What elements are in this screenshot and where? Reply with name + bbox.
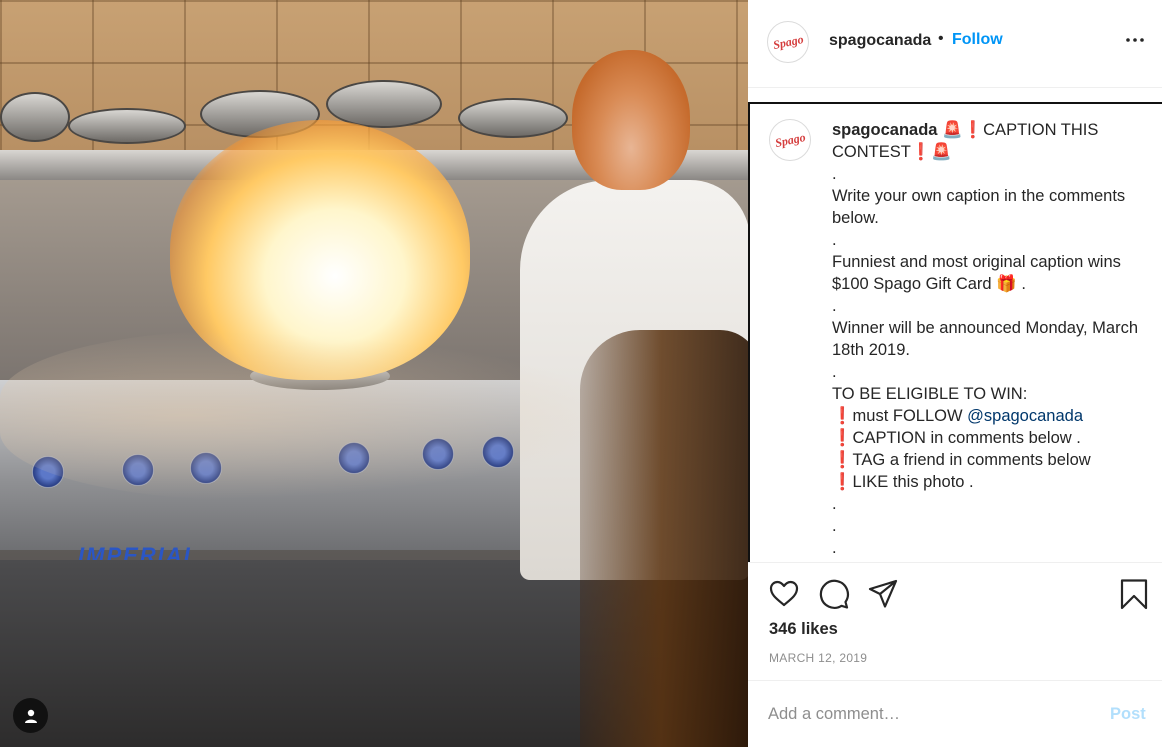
header-username-link[interactable]: spagocanada (829, 32, 931, 50)
caption-line: . (832, 495, 837, 513)
pan-stack (68, 108, 186, 144)
user-tag-button[interactable] (13, 698, 48, 733)
caption-avatar[interactable]: Spago (769, 119, 811, 161)
caption-line: . (832, 297, 837, 315)
comment-input[interactable] (768, 701, 1068, 727)
caption-text: spagocanada 🚨❗CAPTION THIS CONTEST❗🚨 . W… (832, 119, 1152, 559)
more-options-icon[interactable] (1123, 28, 1147, 52)
paper-plane-icon[interactable] (867, 578, 899, 610)
post-side-panel: Spago spagocanada • Follow Spago spagoca… (748, 0, 1162, 747)
caption-area[interactable]: Spago spagocanada 🚨❗CAPTION THIS CONTEST… (748, 102, 1162, 562)
add-comment-bar: Post (748, 680, 1162, 747)
spago-logo: Spago (771, 31, 805, 52)
caption-line: . (832, 539, 837, 557)
caption-line: Funniest and most original caption wins … (832, 253, 1121, 293)
caption-line: . (832, 517, 837, 535)
post-photo[interactable]: IMPERIAL (0, 0, 748, 747)
caption-line: Write your own caption in the comments b… (832, 187, 1126, 227)
caption-username-link[interactable]: spagocanada (832, 121, 937, 139)
action-bar: 346 likes MARCH 12, 2019 (748, 562, 1162, 680)
foreground-bottle (580, 330, 748, 747)
spago-logo: Spago (773, 129, 807, 150)
post-button[interactable]: Post (1110, 705, 1146, 724)
caption-line: TO BE ELIGIBLE TO WIN: (832, 385, 1028, 403)
bookmark-icon[interactable] (1118, 578, 1150, 610)
separator-dot: • (938, 30, 944, 47)
caption-line: Winner will be announced Monday, March 1… (832, 319, 1139, 359)
avatar[interactable]: Spago (767, 21, 809, 63)
pan-stack (458, 98, 568, 138)
chef-head (572, 50, 690, 190)
follow-button[interactable]: Follow (952, 31, 1003, 49)
caption-line: ❗CAPTION in comments below . (832, 429, 1081, 447)
post-date: MARCH 12, 2019 (769, 651, 868, 665)
likes-count[interactable]: 346 likes (769, 620, 838, 639)
caption-line: . (832, 231, 837, 249)
caption-line: ❗must FOLLOW (832, 407, 968, 425)
caption-line: . (832, 165, 837, 183)
comment-icon[interactable] (818, 578, 850, 610)
caption-line: ❗LIKE this photo . (832, 473, 974, 491)
caption-line: ❗TAG a friend in comments below (832, 451, 1091, 469)
caption-line: . (832, 363, 837, 381)
post-header: Spago spagocanada • Follow (748, 0, 1162, 88)
foreground-blur (0, 330, 620, 500)
heart-icon[interactable] (768, 578, 800, 610)
mention-link[interactable]: @spagocanada (967, 407, 1083, 425)
user-tag-icon (24, 709, 37, 723)
pan-stack (0, 92, 70, 142)
